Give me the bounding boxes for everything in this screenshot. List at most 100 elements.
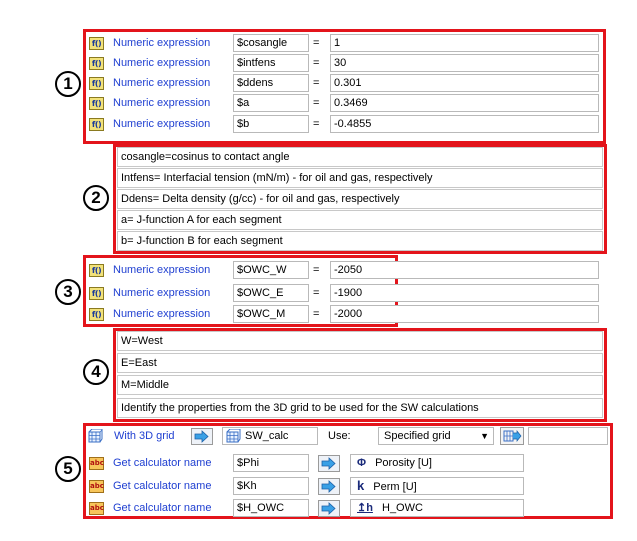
expression-row-owc-e[interactable]: f() Numeric expression $OWC_E = -1900 [89, 283, 599, 303]
expression-type-label: Numeric expression [113, 77, 211, 89]
expression-type-label: Numeric expression [113, 308, 211, 320]
value-field[interactable]: 0.3469 [330, 94, 599, 112]
height-property-icon: ↥h [357, 502, 373, 514]
equals-sign: = [313, 264, 320, 276]
variable-name-field[interactable]: $OWC_E [233, 284, 309, 302]
comment-line[interactable]: cosangle=cosinus to contact angle [117, 147, 603, 167]
text-variable-icon: abc [89, 480, 104, 493]
insert-grid-arrow-button[interactable] [191, 428, 213, 445]
function-icon: f() [89, 118, 104, 131]
variable-name-field[interactable]: $Phi [233, 454, 309, 472]
comment-line[interactable]: a= J-function A for each segment [117, 210, 603, 230]
value-field[interactable]: -2050 [330, 261, 599, 279]
expression-row-ddens[interactable]: f() Numeric expression $ddens = 0.301 [89, 73, 599, 93]
comment-line[interactable]: M=Middle [117, 375, 603, 395]
property-field[interactable]: k Perm [U] [350, 477, 524, 495]
function-icon: f() [89, 264, 104, 277]
insert-property-arrow-button[interactable] [318, 478, 340, 495]
function-icon: f() [89, 287, 104, 300]
grid-extra-field[interactable] [528, 427, 608, 445]
calculator-type-label: Get calculator name [113, 457, 212, 469]
comment-line[interactable]: Intfens= Interfacial tension (mN/m) - fo… [117, 168, 603, 188]
equals-sign: = [313, 77, 320, 89]
use-label: Use: [328, 430, 351, 442]
value-field[interactable]: -1900 [330, 284, 599, 302]
expression-row-cosangle[interactable]: f() Numeric expression $cosangle = 1 [89, 33, 599, 53]
calculator-type-label: Get calculator name [113, 480, 212, 492]
property-field[interactable]: ↥h H_OWC [350, 499, 524, 517]
expression-type-label: Numeric expression [113, 118, 211, 130]
with-3d-grid-label: With 3D grid [114, 430, 175, 442]
variable-name-field[interactable]: $cosangle [233, 34, 309, 52]
equals-sign: = [313, 118, 320, 130]
function-icon: f() [89, 37, 104, 50]
function-icon: f() [89, 308, 104, 321]
value-field[interactable]: 30 [330, 54, 599, 72]
value-field[interactable]: 1 [330, 34, 599, 52]
comment-line[interactable]: b= J-function B for each segment [117, 231, 603, 251]
permeability-icon: k [357, 478, 365, 493]
calculator-row-kh[interactable]: abc Get calculator name $Kh k Perm [U] [89, 476, 599, 496]
variable-name-field[interactable]: $H_OWC [233, 499, 309, 517]
calculator-type-label: Get calculator name [113, 502, 212, 514]
text-variable-icon: abc [89, 502, 104, 515]
variable-name-field[interactable]: $intfens [233, 54, 309, 72]
section-1-number: 1 [55, 71, 81, 97]
arrow-right-icon [321, 480, 336, 493]
expression-row-a[interactable]: f() Numeric expression $a = 0.3469 [89, 93, 599, 113]
expression-row-intfens[interactable]: f() Numeric expression $intfens = 30 [89, 53, 599, 73]
equals-sign: = [313, 57, 320, 69]
variable-name-field[interactable]: $b [233, 115, 309, 133]
grid-selection-row: With 3D grid SW_calc Use: Specified grid… [88, 426, 608, 446]
calculator-row-phi[interactable]: abc Get calculator name $Phi Φ Porosity … [89, 453, 599, 473]
grid-name-value: SW_calc [245, 430, 289, 442]
equals-sign: = [313, 287, 320, 299]
grid-3d-icon [226, 429, 241, 443]
insert-property-arrow-button[interactable] [318, 500, 340, 517]
porosity-icon: Φ [357, 457, 367, 469]
expression-type-label: Numeric expression [113, 264, 211, 276]
expression-type-label: Numeric expression [113, 287, 211, 299]
expression-row-owc-m[interactable]: f() Numeric expression $OWC_M = -2000 [89, 304, 599, 324]
value-field[interactable]: -0.4855 [330, 115, 599, 133]
comment-line[interactable]: W=West [117, 331, 603, 351]
grid-settings-icon [503, 430, 522, 442]
section-3-number: 3 [55, 279, 81, 305]
comment-line[interactable]: Ddens= Delta density (g/cc) - for oil an… [117, 189, 603, 209]
expression-type-label: Numeric expression [113, 97, 211, 109]
comment-line[interactable]: Identify the properties from the 3D grid… [117, 398, 603, 418]
function-icon: f() [89, 97, 104, 110]
variable-name-field[interactable]: $a [233, 94, 309, 112]
section-4-number: 4 [83, 359, 109, 385]
expression-type-label: Numeric expression [113, 37, 211, 49]
expression-type-label: Numeric expression [113, 57, 211, 69]
use-dropdown[interactable]: Specified grid ▼ [378, 427, 494, 445]
property-name: Perm [U] [373, 481, 417, 493]
equals-sign: = [313, 37, 320, 49]
comment-line[interactable]: E=East [117, 353, 603, 373]
equals-sign: = [313, 97, 320, 109]
expression-row-b[interactable]: f() Numeric expression $b = -0.4855 [89, 114, 599, 134]
grid-settings-button[interactable] [500, 427, 524, 445]
value-field[interactable]: 0.301 [330, 74, 599, 92]
calculator-row-h-owc[interactable]: abc Get calculator name $H_OWC ↥h H_OWC [89, 498, 599, 518]
arrow-right-icon [321, 457, 336, 470]
property-field[interactable]: Φ Porosity [U] [350, 454, 524, 472]
expression-row-owc-w[interactable]: f() Numeric expression $OWC_W = -2050 [89, 260, 599, 280]
equals-sign: = [313, 308, 320, 320]
function-icon: f() [89, 57, 104, 70]
chevron-down-icon: ▼ [480, 431, 489, 441]
grid-3d-icon [88, 429, 103, 443]
section-5-number: 5 [55, 456, 81, 482]
variable-name-field[interactable]: $OWC_W [233, 261, 309, 279]
insert-property-arrow-button[interactable] [318, 455, 340, 472]
function-icon: f() [89, 77, 104, 90]
use-dropdown-value: Specified grid [384, 430, 451, 442]
variable-name-field[interactable]: $ddens [233, 74, 309, 92]
variable-name-field[interactable]: $Kh [233, 477, 309, 495]
variable-name-field[interactable]: $OWC_M [233, 305, 309, 323]
value-field[interactable]: -2000 [330, 305, 599, 323]
property-name: H_OWC [382, 502, 423, 514]
arrow-right-icon [194, 430, 209, 443]
section-2-number: 2 [83, 185, 109, 211]
